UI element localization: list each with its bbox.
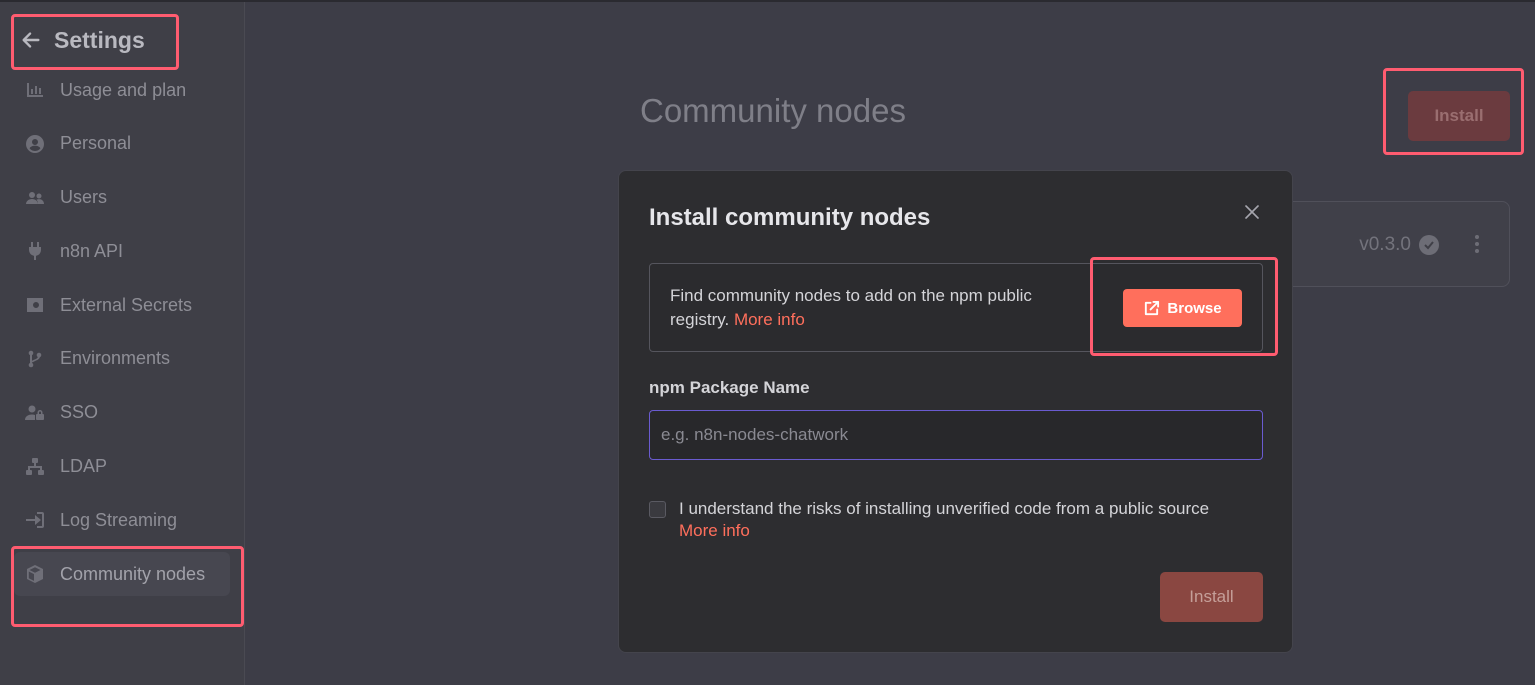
sidebar-item-label: Log Streaming (60, 509, 178, 530)
git-branch-icon (24, 348, 46, 370)
browse-button[interactable]: Browse (1123, 289, 1242, 327)
user-lock-icon (24, 402, 46, 424)
sidebar-item-label: n8n API (60, 240, 124, 261)
info-text: Find community nodes to add on the npm p… (670, 284, 1090, 332)
sidebar-item-environments[interactable]: Environments (14, 337, 230, 381)
kebab-menu-icon[interactable] (1475, 235, 1479, 253)
sidebar-item-personal[interactable]: Personal (14, 122, 230, 166)
risk-consent-text: I understand the risks of installing unv… (679, 499, 1210, 518)
modal-title: Install community nodes (649, 204, 931, 231)
check-circle-icon (1419, 235, 1439, 255)
settings-nav: Usage and plan Personal Users n8n API Ex… (14, 68, 230, 606)
install-community-nodes-modal: Install community nodes Find community n… (618, 170, 1293, 653)
arrow-left-icon (22, 32, 40, 48)
info-text-body: Find community nodes to add on the npm p… (670, 286, 1032, 329)
bar-chart-icon (24, 79, 46, 101)
version-label: v0.3.0 (1359, 234, 1411, 255)
external-link-icon (1145, 300, 1160, 315)
consent-more-info-link[interactable]: More info (679, 521, 750, 541)
sign-in-icon (24, 509, 46, 531)
sidebar-item-ldap[interactable]: LDAP (14, 445, 230, 489)
sidebar-item-label: SSO (60, 402, 99, 423)
page-title: Community nodes (640, 92, 906, 129)
more-info-link[interactable]: More info (734, 310, 805, 329)
sidebar-item-label: Environments (60, 348, 171, 369)
settings-back-link[interactable]: Settings (20, 22, 145, 58)
package-card: v0.3.0 (1280, 201, 1510, 287)
sidebar-item-n8n-api[interactable]: n8n API (14, 229, 230, 273)
sidebar-item-external-secrets[interactable]: External Secrets (14, 283, 230, 327)
package-name-label: npm Package Name (649, 378, 810, 397)
network-icon (24, 456, 46, 478)
sidebar-item-sso[interactable]: SSO (14, 391, 230, 435)
sidebar-item-label: Community nodes (60, 563, 206, 584)
sidebar-item-label: LDAP (60, 456, 108, 477)
users-icon (24, 187, 46, 209)
plug-icon (24, 240, 46, 262)
package-name-input[interactable] (649, 410, 1263, 460)
browse-label: Browse (1167, 299, 1222, 317)
settings-title: Settings (54, 26, 145, 53)
sidebar-item-label: External Secrets (60, 294, 193, 315)
sidebar-item-users[interactable]: Users (14, 176, 230, 220)
modal-install-button[interactable]: Install (1160, 572, 1263, 622)
info-box: Find community nodes to add on the npm p… (649, 263, 1263, 352)
vault-icon (24, 294, 46, 316)
sidebar-item-usage-and-plan[interactable]: Usage and plan (14, 68, 230, 112)
sidebar-item-label: Personal (60, 133, 132, 154)
sidebar-item-label: Usage and plan (60, 79, 187, 100)
sidebar-item-community-nodes[interactable]: Community nodes (14, 552, 230, 597)
install-button[interactable]: Install (1408, 91, 1510, 141)
sidebar-item-log-streaming[interactable]: Log Streaming (14, 498, 230, 542)
close-icon[interactable] (1241, 201, 1263, 223)
user-circle-icon (24, 133, 46, 155)
settings-sidebar: Settings Usage and plan Personal Users n… (0, 2, 245, 685)
sidebar-item-label: Users (60, 187, 108, 208)
risk-consent-checkbox[interactable] (649, 501, 666, 518)
package-version: v0.3.0 (1359, 234, 1439, 256)
cube-icon (24, 563, 46, 585)
